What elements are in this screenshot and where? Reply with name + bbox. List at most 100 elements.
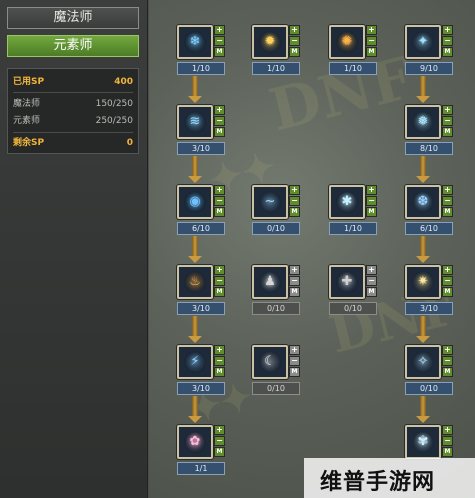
skill-level-up-button[interactable]: + bbox=[442, 345, 453, 355]
skill-icon-frame[interactable]: ⚡ bbox=[177, 345, 213, 379]
skill-level-down-button[interactable]: − bbox=[442, 36, 453, 46]
skill-icon-frame[interactable]: ✺ bbox=[329, 25, 365, 59]
skill-icon-frame[interactable]: ✦ bbox=[405, 25, 441, 59]
skill-slot: ✷ + − M 3/10 bbox=[405, 265, 455, 315]
skill-level-down-button[interactable]: − bbox=[214, 356, 225, 366]
skill-icon-frame[interactable]: ✾ bbox=[405, 425, 441, 459]
skill-icon-frame[interactable]: ♨ bbox=[177, 265, 213, 299]
down-arrow-icon bbox=[416, 256, 430, 263]
skill-icon-frame[interactable]: ✿ bbox=[177, 425, 213, 459]
skill-connector bbox=[420, 316, 426, 337]
skill-level-up-button[interactable]: + bbox=[214, 345, 225, 355]
ice-orb-icon: ❅ bbox=[412, 111, 434, 133]
tab-elementalist[interactable]: 元素师 bbox=[7, 35, 139, 57]
skill-level-up-button[interactable]: + bbox=[366, 25, 377, 35]
skill-level-up-button[interactable]: + bbox=[214, 425, 225, 435]
skill-level-up-button[interactable]: + bbox=[214, 105, 225, 115]
skill-max-button[interactable]: M bbox=[214, 127, 225, 137]
skill-level-up-button[interactable]: + bbox=[442, 25, 453, 35]
light-burst-icon: ✷ bbox=[412, 271, 434, 293]
down-arrow-icon bbox=[188, 416, 202, 423]
skill-level-down-button[interactable]: − bbox=[214, 276, 225, 286]
sp-remain-value: 0 bbox=[126, 138, 133, 148]
skill-level-up-button[interactable]: + bbox=[214, 265, 225, 275]
skill-level-up-button[interactable]: + bbox=[289, 25, 300, 35]
skill-icon-frame[interactable]: ❄ bbox=[177, 25, 213, 59]
skill-level-up-button[interactable]: + bbox=[442, 425, 453, 435]
skill-max-button[interactable]: M bbox=[214, 447, 225, 457]
blizzard-icon: ❆ bbox=[412, 191, 434, 213]
skill-level-down-button[interactable]: − bbox=[289, 276, 300, 286]
skill-level-down-button[interactable]: − bbox=[442, 356, 453, 366]
skill-max-button[interactable]: M bbox=[442, 367, 453, 377]
skill-icon-frame[interactable]: ❅ bbox=[405, 105, 441, 139]
skill-max-button[interactable]: M bbox=[442, 127, 453, 137]
skill-max-button[interactable]: M bbox=[289, 47, 300, 57]
skill-level-up-button[interactable]: + bbox=[366, 265, 377, 275]
skill-max-button[interactable]: M bbox=[214, 287, 225, 297]
skill-max-button[interactable]: M bbox=[442, 207, 453, 217]
skill-icon-frame[interactable]: ~ bbox=[252, 185, 288, 219]
skill-level-up-button[interactable]: + bbox=[442, 185, 453, 195]
skill-level-down-button[interactable]: − bbox=[214, 116, 225, 126]
sp-row-label: 魔法师 bbox=[13, 99, 41, 109]
skill-icon-frame[interactable]: ✧ bbox=[405, 345, 441, 379]
skill-max-button[interactable]: M bbox=[442, 447, 453, 457]
skill-icon-frame[interactable]: ≋ bbox=[177, 105, 213, 139]
skill-icon-frame[interactable]: ❆ bbox=[405, 185, 441, 219]
sp-row-mage: 魔法师 150/250 bbox=[13, 96, 133, 112]
skill-level-down-button[interactable]: − bbox=[289, 36, 300, 46]
skill-level-down-button[interactable]: − bbox=[214, 196, 225, 206]
skill-level-down-button[interactable]: − bbox=[442, 276, 453, 286]
down-arrow-icon bbox=[188, 176, 202, 183]
tab-mage[interactable]: 魔法师 bbox=[7, 7, 139, 29]
skill-max-button[interactable]: M bbox=[366, 47, 377, 57]
skill-max-button[interactable]: M bbox=[214, 207, 225, 217]
skill-icon-frame[interactable]: ◉ bbox=[177, 185, 213, 219]
skill-max-button[interactable]: M bbox=[289, 207, 300, 217]
skill-level-down-button[interactable]: − bbox=[289, 196, 300, 206]
skill-slot: ♨ + − M 3/10 bbox=[177, 265, 227, 315]
skill-level-down-button[interactable]: − bbox=[366, 196, 377, 206]
skill-level-down-button[interactable]: − bbox=[289, 356, 300, 366]
skill-level-label: 3/10 bbox=[177, 302, 225, 315]
skill-max-button[interactable]: M bbox=[289, 287, 300, 297]
flame-burst-icon: ✺ bbox=[336, 31, 358, 53]
skill-max-button[interactable]: M bbox=[214, 47, 225, 57]
skill-level-up-button[interactable]: + bbox=[442, 265, 453, 275]
skill-icon-frame[interactable]: ✷ bbox=[405, 265, 441, 299]
skill-max-button[interactable]: M bbox=[214, 367, 225, 377]
sp-used-value: 400 bbox=[114, 77, 133, 87]
skill-level-down-button[interactable]: − bbox=[366, 276, 377, 286]
skill-level-down-button[interactable]: − bbox=[366, 36, 377, 46]
skill-tree-panel: DNF ✦✦ DNF ✦✦ ❄ + − M 1/10 ✹ + − M 1/10 … bbox=[149, 0, 475, 498]
skill-level-down-button[interactable]: − bbox=[214, 436, 225, 446]
skill-icon-frame[interactable]: ✚ bbox=[329, 265, 365, 299]
skill-max-button[interactable]: M bbox=[366, 287, 377, 297]
skill-icon-frame[interactable]: ☾ bbox=[252, 345, 288, 379]
skill-level-label: 1/10 bbox=[177, 62, 225, 75]
skill-level-down-button[interactable]: − bbox=[442, 116, 453, 126]
skill-icon-frame[interactable]: ✹ bbox=[252, 25, 288, 59]
skill-level-down-button[interactable]: − bbox=[214, 36, 225, 46]
skill-max-button[interactable]: M bbox=[442, 287, 453, 297]
skill-icon-frame[interactable]: ♟ bbox=[252, 265, 288, 299]
sp-used-label: 已用SP bbox=[13, 77, 45, 87]
down-arrow-icon bbox=[188, 96, 202, 103]
skill-slot: ♟ + − M 0/10 bbox=[252, 265, 302, 315]
skill-level-up-button[interactable]: + bbox=[442, 105, 453, 115]
skill-level-up-button[interactable]: + bbox=[289, 265, 300, 275]
skill-level-down-button[interactable]: − bbox=[442, 436, 453, 446]
skill-max-button[interactable]: M bbox=[366, 207, 377, 217]
skill-level-down-button[interactable]: − bbox=[442, 196, 453, 206]
skill-max-button[interactable]: M bbox=[289, 367, 300, 377]
skill-level-up-button[interactable]: + bbox=[366, 185, 377, 195]
skill-level-up-button[interactable]: + bbox=[289, 185, 300, 195]
skill-level-up-button[interactable]: + bbox=[214, 185, 225, 195]
skill-level-up-button[interactable]: + bbox=[214, 25, 225, 35]
skill-level-label: 0/10 bbox=[405, 382, 453, 395]
skill-level-up-button[interactable]: + bbox=[289, 345, 300, 355]
skill-slot: ❅ + − M 8/10 bbox=[405, 105, 455, 155]
skill-max-button[interactable]: M bbox=[442, 47, 453, 57]
skill-icon-frame[interactable]: ✱ bbox=[329, 185, 365, 219]
